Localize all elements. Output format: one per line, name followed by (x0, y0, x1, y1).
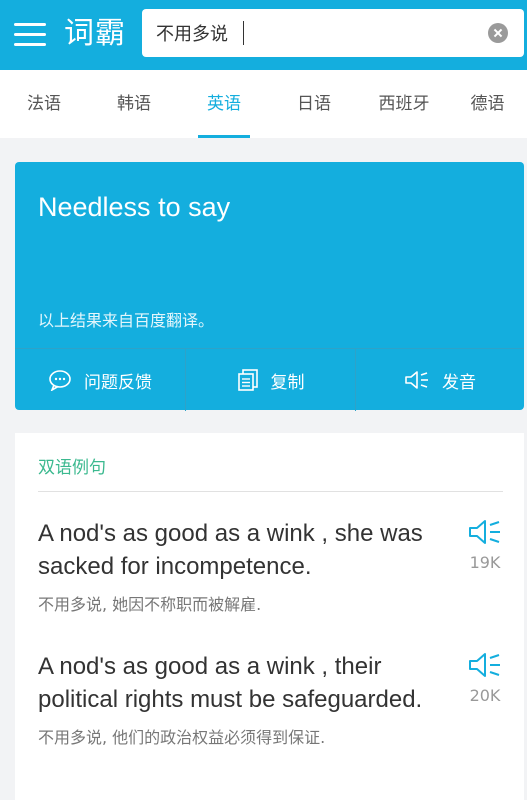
speaker-icon (405, 371, 428, 389)
text-cursor (243, 21, 244, 45)
play-count: 19K (469, 553, 501, 572)
chat-bubble-icon (49, 370, 71, 391)
tab-korean[interactable]: 韩语 (88, 70, 180, 138)
tab-spanish[interactable]: 西班牙 (360, 70, 448, 138)
menu-icon[interactable] (14, 20, 46, 50)
pronounce-label: 发音 (442, 372, 476, 393)
example-english: A nod's as good as a wink , she was sack… (38, 520, 423, 580)
clear-icon[interactable] (488, 23, 508, 43)
speaker-icon (469, 520, 500, 544)
speaker-icon (469, 653, 500, 677)
example-sentence: A nod's as good as a wink , their politi… (38, 650, 508, 748)
tab-english[interactable]: 英语 (188, 70, 260, 138)
example-chinese: 不用多说, 她因不称职而被解雇. (38, 595, 262, 614)
example-sentence: A nod's as good as a wink , she was sack… (38, 517, 508, 615)
feedback-button[interactable]: 问题反馈 (15, 349, 185, 411)
bilingual-examples: 双语例句 A nod's as good as a wink , she was… (15, 433, 524, 800)
tab-japanese[interactable]: 日语 (268, 70, 360, 138)
play-count: 20K (469, 686, 501, 705)
translation-text: Needless to say (38, 192, 231, 222)
example-audio-button[interactable]: 20K (462, 650, 508, 705)
tab-french[interactable]: 法语 (0, 70, 88, 138)
tab-german[interactable]: 德语 (448, 70, 527, 138)
example-chinese: 不用多说, 他们的政治权益必须得到保证. (38, 728, 326, 747)
app-logo: 词霸 (64, 16, 126, 51)
copy-label: 复制 (270, 372, 305, 393)
translation-source: 以上结果来自百度翻译。 (38, 311, 215, 330)
copy-icon (237, 369, 258, 391)
example-english: A nod's as good as a wink , their politi… (38, 653, 423, 713)
top-bar: 词霸 (0, 0, 527, 70)
example-audio-button[interactable]: 19K (462, 517, 508, 572)
divider (38, 491, 503, 492)
copy-button[interactable]: 复制 (185, 349, 355, 411)
translation-actions: 问题反馈 复制 发音 (15, 348, 524, 411)
search-box (142, 9, 524, 57)
feedback-label: 问题反馈 (84, 372, 152, 393)
pronounce-button[interactable]: 发音 (355, 349, 524, 411)
translation-card: Needless to say 以上结果来自百度翻译。 问题反馈 复制 发音 (15, 162, 524, 411)
language-tabs: 法语 韩语 英语 日语 西班牙 德语 (0, 70, 527, 138)
section-title: 双语例句 (38, 458, 106, 478)
search-input[interactable] (156, 9, 476, 57)
